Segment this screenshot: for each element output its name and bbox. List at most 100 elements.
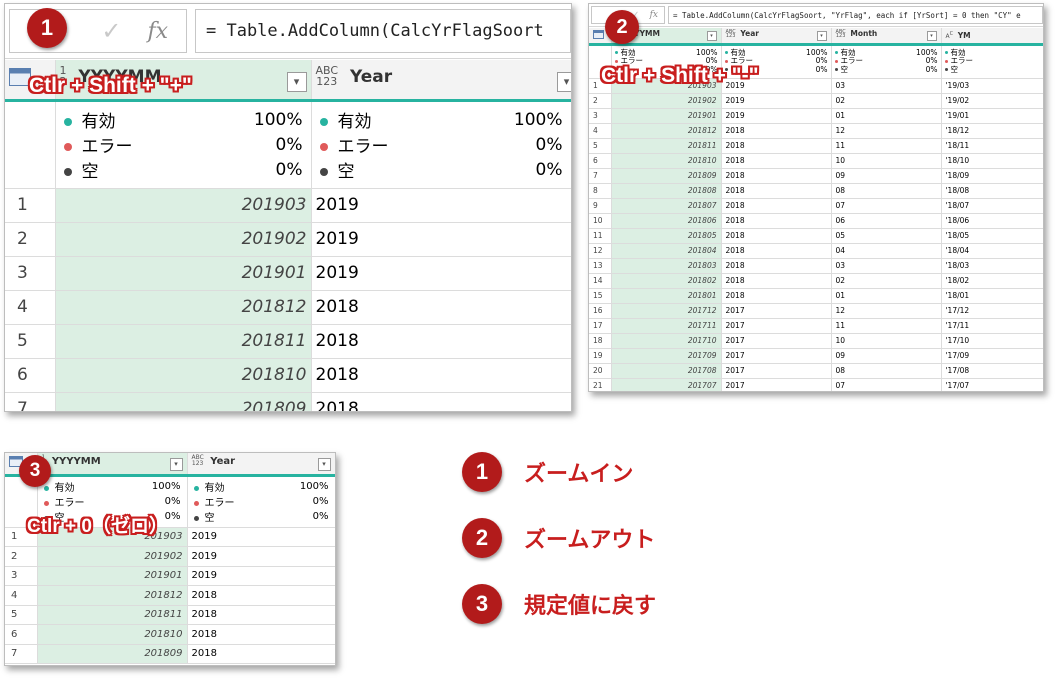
cell-ym[interactable]: '18/12 <box>941 123 1043 139</box>
cell-month[interactable]: 09 <box>831 168 942 184</box>
cell-month[interactable]: 09 <box>831 348 942 364</box>
cell-yyyymm[interactable]: 201901 <box>37 566 188 586</box>
cell-yyyymm[interactable]: 201810 <box>37 624 188 645</box>
table-row[interactable]: 15 201801 2018 01'18/01 <box>589 288 1043 304</box>
cell-yyyymm[interactable]: 201901 <box>611 108 722 124</box>
cell-month[interactable]: 06 <box>831 213 942 229</box>
cell-yyyymm[interactable]: 201707 <box>611 378 722 391</box>
cell-yyyymm[interactable]: 201805 <box>611 228 722 244</box>
cell-ym[interactable]: '18/01 <box>941 288 1043 304</box>
table-row[interactable]: 4 201812 2018 <box>5 585 335 606</box>
table-row[interactable]: 2 201902 2019 <box>5 222 571 257</box>
cell-month[interactable]: 07 <box>831 378 942 391</box>
cell-yyyymm[interactable]: 201801 <box>611 288 722 304</box>
cell-month[interactable]: 10 <box>831 333 942 349</box>
cell-year[interactable]: 2018 <box>721 228 832 244</box>
table-row[interactable]: 16 201712 2017 12'17/12 <box>589 303 1043 319</box>
cell-year[interactable]: 2018 <box>721 123 832 139</box>
cell-yyyymm[interactable]: 201802 <box>611 273 722 289</box>
cell-year[interactable]: 2019 <box>311 188 571 223</box>
cell-yyyymm[interactable]: 201810 <box>55 358 312 393</box>
cell-month[interactable]: 01 <box>831 288 942 304</box>
table-row[interactable]: 2 201902 2019 02'19/02 <box>589 93 1043 109</box>
cell-ym[interactable]: '18/07 <box>941 198 1043 214</box>
column-dropdown-button[interactable]: ▾ <box>926 31 937 41</box>
column-header-yyyymm[interactable]: 12 YYYYMM ▾ <box>37 453 188 477</box>
cell-month[interactable]: 12 <box>831 123 942 139</box>
cell-year[interactable]: 2017 <box>721 318 832 334</box>
cell-year[interactable]: 2017 <box>721 333 832 349</box>
cell-ym[interactable]: '18/03 <box>941 258 1043 274</box>
column-header-year[interactable]: ABC 123 Year ▾ <box>311 60 571 102</box>
cell-year[interactable]: 2018 <box>721 213 832 229</box>
cell-yyyymm[interactable]: 201708 <box>611 363 722 379</box>
cell-yyyymm[interactable]: 201812 <box>37 585 188 606</box>
table-row[interactable]: 20 201708 2017 08'17/08 <box>589 363 1043 379</box>
cell-year[interactable]: 2018 <box>721 138 832 154</box>
table-row[interactable]: 5 201811 2018 <box>5 605 335 625</box>
cell-year[interactable]: 2017 <box>721 348 832 364</box>
cell-month[interactable]: 02 <box>831 93 942 109</box>
cell-yyyymm[interactable]: 201902 <box>611 93 722 109</box>
column-dropdown-button[interactable]: ▾ <box>169 458 183 472</box>
cell-year[interactable]: 2018 <box>721 288 832 304</box>
cell-ym[interactable]: '17/12 <box>941 303 1043 319</box>
cell-yyyymm[interactable]: 201902 <box>37 546 188 567</box>
table-row[interactable]: 2 201902 2019 <box>5 546 335 567</box>
table-row[interactable]: 13 201803 2018 03'18/03 <box>589 258 1043 274</box>
table-row[interactable]: 6 201810 2018 10'18/10 <box>589 153 1043 169</box>
cell-yyyymm[interactable]: 201806 <box>611 213 722 229</box>
cell-yyyymm[interactable]: 201812 <box>55 290 312 325</box>
table-row[interactable]: 6 201810 2018 <box>5 624 335 645</box>
cell-ym[interactable]: '18/04 <box>941 243 1043 259</box>
table-row[interactable]: 17 201711 2017 11'17/11 <box>589 318 1043 334</box>
cell-year[interactable]: 2018 <box>311 358 571 393</box>
cell-yyyymm[interactable]: 201711 <box>611 318 722 334</box>
cell-ym[interactable]: '17/08 <box>941 363 1043 379</box>
cell-year[interactable]: 2018 <box>187 585 335 606</box>
cell-year[interactable]: 2019 <box>311 256 571 291</box>
table-row[interactable]: 18 201710 2017 10'17/10 <box>589 333 1043 349</box>
table-row[interactable]: 3 201901 2019 01'19/01 <box>589 108 1043 124</box>
cell-ym[interactable]: '18/08 <box>941 183 1043 199</box>
column-header-year[interactable]: ABC 123 Year ▾ <box>187 453 335 477</box>
table-row[interactable]: 3 201901 2019 <box>5 566 335 586</box>
cell-year[interactable]: 2018 <box>721 153 832 169</box>
cell-ym[interactable]: '18/11 <box>941 138 1043 154</box>
table-row[interactable]: 10 201806 2018 06'18/06 <box>589 213 1043 229</box>
cell-month[interactable]: 12 <box>831 303 942 319</box>
table-row[interactable]: 1 201903 2019 <box>5 188 571 223</box>
table-row[interactable]: 4 201812 2018 <box>5 290 571 325</box>
cell-month[interactable]: 03 <box>831 258 942 274</box>
cell-month[interactable]: 05 <box>831 228 942 244</box>
cell-yyyymm[interactable]: 201803 <box>611 258 722 274</box>
cell-year[interactable]: 2019 <box>721 93 832 109</box>
cell-month[interactable]: 10 <box>831 153 942 169</box>
fx-icon[interactable]: fx <box>147 19 168 44</box>
column-dropdown-button[interactable]: ▾ <box>816 31 827 41</box>
check-icon[interactable]: ✓ <box>101 17 121 45</box>
cell-month[interactable]: 04 <box>831 243 942 259</box>
cell-year[interactable]: 2018 <box>187 624 335 645</box>
column-dropdown-button[interactable]: ▾ <box>286 72 307 93</box>
table-row[interactable]: 11 201805 2018 05'18/05 <box>589 228 1043 244</box>
cell-year[interactable]: 2018 <box>311 392 571 411</box>
table-row[interactable]: 8 201808 2018 08'18/08 <box>589 183 1043 199</box>
column-header-year[interactable]: ABC 123 Year ▾ <box>721 28 832 46</box>
table-row[interactable]: 4 201812 2018 12'18/12 <box>589 123 1043 139</box>
table-row[interactable]: 5 201811 2018 11'18/11 <box>589 138 1043 154</box>
cell-month[interactable]: 01 <box>831 108 942 124</box>
cell-ym[interactable]: '18/09 <box>941 168 1043 184</box>
column-dropdown-button[interactable]: ▾ <box>556 72 570 93</box>
cell-ym[interactable]: '19/03 <box>941 78 1043 94</box>
cell-yyyymm[interactable]: 201710 <box>611 333 722 349</box>
cell-month[interactable]: 07 <box>831 198 942 214</box>
table-row[interactable]: 14 201802 2018 02'18/02 <box>589 273 1043 289</box>
cell-ym[interactable]: '17/10 <box>941 333 1043 349</box>
table-row[interactable]: 12 201804 2018 04'18/04 <box>589 243 1043 259</box>
cell-yyyymm[interactable]: 201807 <box>611 198 722 214</box>
cell-yyyymm[interactable]: 201709 <box>611 348 722 364</box>
cell-month[interactable]: 03 <box>831 78 942 94</box>
cell-yyyymm[interactable]: 201811 <box>55 324 312 359</box>
cell-ym[interactable]: '17/09 <box>941 348 1043 364</box>
